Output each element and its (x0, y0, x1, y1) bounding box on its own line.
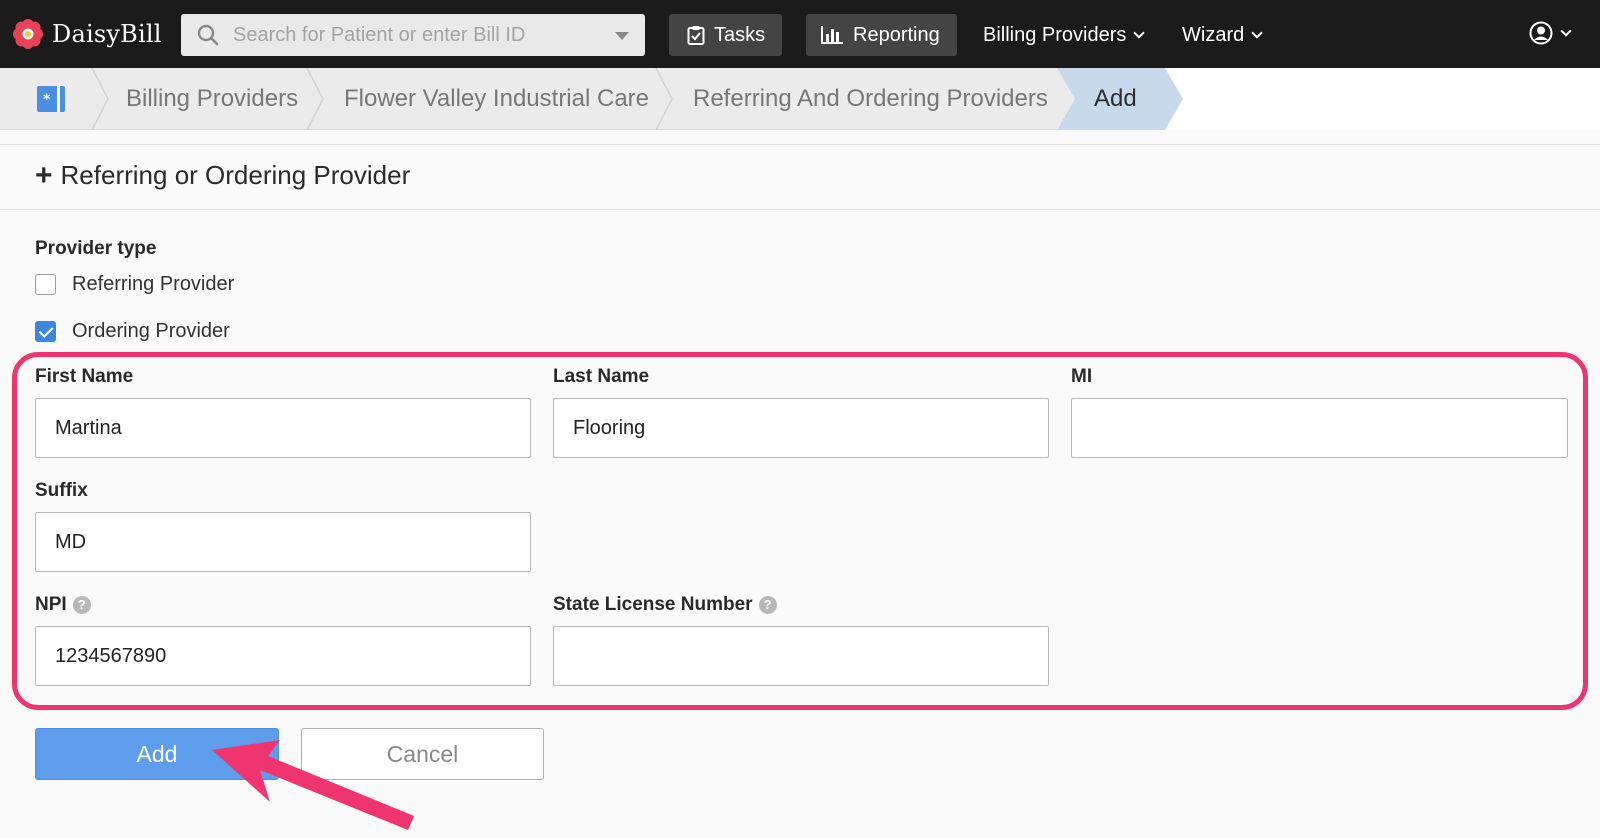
first-name-label: First Name (35, 366, 134, 387)
license-label-group: State License Number? (553, 594, 777, 616)
npi-field[interactable] (35, 626, 531, 686)
referring-provider-label: Referring Provider (72, 273, 235, 295)
plus-icon: + (35, 158, 53, 192)
referring-provider-option[interactable]: Referring Provider (35, 273, 234, 296)
search-box[interactable] (181, 14, 645, 56)
search-icon (197, 24, 219, 46)
add-button[interactable]: Add (35, 728, 279, 780)
wizard-menu[interactable]: Wizard (1182, 14, 1263, 56)
breadcrumb-item-referring-ordering[interactable]: Referring And Ordering Providers (693, 68, 1048, 130)
state-license-field[interactable] (553, 626, 1049, 686)
state-license-label: State License Number (553, 594, 753, 615)
last-name-field[interactable] (553, 398, 1049, 458)
breadcrumb-trailing-space (1161, 68, 1600, 130)
billing-providers-label: Billing Providers (983, 23, 1127, 46)
suffix-field[interactable] (35, 512, 531, 572)
daisy-flower-icon (13, 19, 43, 49)
billing-providers-menu[interactable]: Billing Providers (983, 14, 1146, 56)
breadcrumb-separator (306, 68, 324, 130)
last-name-label: Last Name (553, 366, 650, 387)
mi-field[interactable] (1071, 398, 1568, 458)
referring-provider-checkbox[interactable] (35, 274, 56, 295)
brand-logo[interactable]: DaisyBill (12, 17, 162, 51)
bar-chart-icon (821, 26, 843, 44)
brand-name: DaisyBill (52, 20, 162, 48)
reporting-label: Reporting (853, 23, 940, 46)
svg-text:*: * (43, 92, 51, 108)
provider-type-label: Provider type (35, 238, 157, 259)
mi-label: MI (1071, 366, 1093, 387)
chevron-down-icon (1560, 24, 1572, 37)
breadcrumb-separator (91, 68, 109, 130)
ordering-provider-label: Ordering Provider (72, 320, 230, 342)
breadcrumb-item-flower-valley[interactable]: Flower Valley Industrial Care (344, 68, 649, 130)
search-dropdown-caret-icon[interactable] (615, 32, 629, 40)
breadcrumb-item-billing-providers[interactable]: Billing Providers (126, 68, 298, 130)
wizard-label: Wizard (1182, 23, 1245, 46)
help-icon[interactable]: ? (758, 596, 777, 614)
tasks-button[interactable]: Tasks (669, 14, 782, 56)
cancel-button[interactable]: Cancel (301, 728, 544, 780)
chevron-down-icon (1251, 26, 1263, 39)
breadcrumb-separator (655, 68, 673, 130)
top-navbar: DaisyBill Tasks Reporting Billing Provid… (0, 0, 1600, 68)
clipboard-check-icon (687, 26, 705, 45)
first-name-field[interactable] (35, 398, 531, 458)
user-menu[interactable] (1529, 21, 1572, 45)
user-circle-icon (1529, 21, 1553, 45)
chevron-down-icon (1133, 26, 1146, 39)
npi-label: NPI (35, 594, 67, 615)
home-card-icon[interactable]: * (36, 84, 66, 114)
suffix-label: Suffix (35, 480, 88, 501)
npi-label-group: NPI? (35, 594, 91, 616)
page-title: + Referring or Ordering Provider (35, 160, 410, 191)
breadcrumb-current: Add (1094, 85, 1137, 112)
ordering-provider-checkbox[interactable] (35, 321, 56, 342)
page-title-text: Referring or Ordering Provider (60, 160, 411, 190)
ordering-provider-option[interactable]: Ordering Provider (35, 320, 230, 343)
search-input[interactable] (233, 14, 593, 56)
reporting-button[interactable]: Reporting (806, 14, 957, 56)
tasks-label: Tasks (714, 23, 766, 46)
help-icon[interactable]: ? (72, 596, 91, 614)
